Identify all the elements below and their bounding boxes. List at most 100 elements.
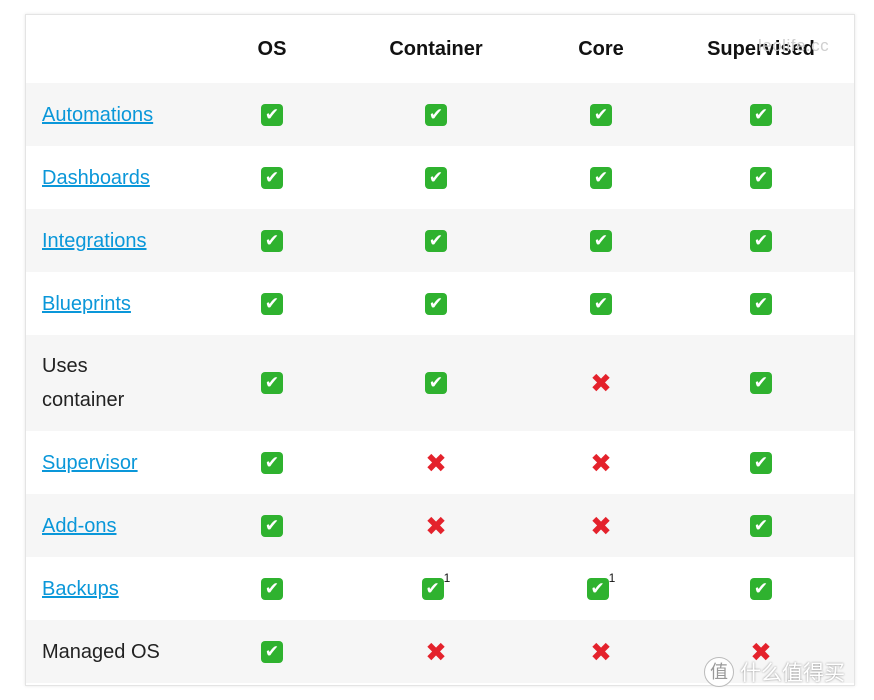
status-cell-core: ✖ bbox=[534, 494, 668, 557]
table-row: Automations ✔ ✔ ✔ ✔ bbox=[26, 83, 854, 146]
check-mark-icon: ✔ bbox=[750, 103, 772, 126]
check-mark-icon: ✔ bbox=[590, 166, 612, 189]
check-mark-icon: ✔ bbox=[261, 451, 283, 474]
status-cell-supervised: ✔ bbox=[668, 272, 854, 335]
table-row: Backups ✔ ✔1 ✔1 ✔ bbox=[26, 557, 854, 620]
feature-link-blueprints[interactable]: Blueprints bbox=[42, 293, 131, 315]
status-cell-os: ✔ bbox=[206, 146, 338, 209]
comparison-panel: OS Container Core Supervised Automations ✔ ✔ ✔… bbox=[25, 14, 855, 686]
table-row: Integrations ✔ ✔ ✔ ✔ bbox=[26, 209, 854, 272]
watermark-brand-text: 什么值得买 bbox=[740, 662, 845, 685]
check-mark-icon: ✔ bbox=[750, 577, 772, 600]
cross-mark-icon: ✖ bbox=[590, 447, 612, 478]
check-mark-icon: ✔ bbox=[425, 166, 447, 189]
status-cell-core: ✖ bbox=[534, 335, 668, 431]
status-cell-supervised: ✔ bbox=[668, 557, 854, 620]
check-mark-icon: ✔ bbox=[425, 103, 447, 126]
feature-label-line: container bbox=[42, 389, 125, 411]
status-cell-container: ✔ bbox=[338, 272, 534, 335]
check-mark-icon: ✔ bbox=[261, 372, 283, 395]
feature-cell: Managed OS bbox=[26, 620, 206, 683]
feature-link-supervisor[interactable]: Supervisor bbox=[42, 452, 138, 474]
header-container: Container bbox=[389, 37, 483, 60]
feature-link-integrations[interactable]: Integrations bbox=[42, 230, 147, 252]
check-mark-icon: ✔ bbox=[750, 514, 772, 537]
feature-link-add-ons[interactable]: Add-ons bbox=[42, 515, 117, 537]
table-row: Dashboards ✔ ✔ ✔ ✔ bbox=[26, 146, 854, 209]
status-cell-container: ✔ bbox=[338, 146, 534, 209]
check-mark-icon: ✔ bbox=[261, 166, 283, 189]
table-row: Add-ons ✔ ✖ ✖ ✔ bbox=[26, 494, 854, 557]
check-mark-icon: ✔ bbox=[750, 166, 772, 189]
status-cell-core: ✖ bbox=[534, 620, 668, 683]
status-cell-supervised: ✔ bbox=[668, 146, 854, 209]
status-cell-container: ✔ bbox=[338, 335, 534, 431]
status-cell-core: ✔1 bbox=[534, 557, 668, 620]
feature-cell: Add-ons bbox=[26, 494, 206, 557]
feature-label: Managed OS bbox=[42, 640, 160, 663]
feature-cell: Blueprints bbox=[26, 272, 206, 335]
feature-cell: Automations bbox=[26, 83, 206, 146]
check-mark-icon: ✔ bbox=[261, 577, 283, 600]
header-os: OS bbox=[257, 37, 287, 60]
watermark-brand: 值 什么值得买 bbox=[704, 657, 845, 687]
status-cell-supervised: ✔ bbox=[668, 335, 854, 431]
cross-mark-icon: ✖ bbox=[425, 510, 447, 541]
status-cell-core: ✔ bbox=[534, 209, 668, 272]
feature-cell: Supervisor bbox=[26, 431, 206, 494]
feature-label-line: Uses bbox=[42, 355, 88, 377]
feature-link-dashboards[interactable]: Dashboards bbox=[42, 167, 150, 189]
status-cell-container: ✔1 bbox=[338, 557, 534, 620]
status-cell-os: ✔ bbox=[206, 83, 338, 146]
status-cell-core: ✔ bbox=[534, 83, 668, 146]
table-header-row: OS Container Core Supervised bbox=[26, 15, 854, 83]
feature-cell: Backups bbox=[26, 557, 206, 620]
status-cell-container: ✔ bbox=[338, 83, 534, 146]
status-cell-supervised: ✔ bbox=[668, 83, 854, 146]
status-cell-container: ✔ bbox=[338, 209, 534, 272]
status-cell-os: ✔ bbox=[206, 557, 338, 620]
status-cell-core: ✔ bbox=[534, 272, 668, 335]
footnote-marker[interactable]: 1 bbox=[609, 571, 616, 585]
feature-cell: Dashboards bbox=[26, 146, 206, 209]
status-cell-container: ✖ bbox=[338, 620, 534, 683]
table-row: Supervisor ✔ ✖ ✖ ✔ bbox=[26, 431, 854, 494]
check-mark-icon: ✔ bbox=[586, 577, 609, 600]
status-cell-core: ✖ bbox=[534, 431, 668, 494]
check-mark-icon: ✔ bbox=[425, 372, 447, 395]
check-mark-icon: ✔ bbox=[421, 577, 444, 600]
check-mark-icon: ✔ bbox=[425, 229, 447, 252]
feature-cell: Uses container bbox=[26, 335, 206, 431]
status-cell-container: ✖ bbox=[338, 494, 534, 557]
status-cell-container: ✖ bbox=[338, 431, 534, 494]
cross-mark-icon: ✖ bbox=[590, 636, 612, 667]
check-mark-icon: ✔ bbox=[750, 372, 772, 395]
cross-mark-icon: ✖ bbox=[425, 636, 447, 667]
check-mark-icon: ✔ bbox=[261, 229, 283, 252]
cross-mark-icon: ✖ bbox=[590, 368, 612, 399]
header-core: Core bbox=[578, 37, 624, 60]
cross-mark-icon: ✖ bbox=[590, 510, 612, 541]
cross-mark-icon: ✖ bbox=[425, 447, 447, 478]
feature-link-backups[interactable]: Backups bbox=[42, 578, 119, 600]
check-mark-icon: ✔ bbox=[750, 229, 772, 252]
status-cell-supervised: ✔ bbox=[668, 209, 854, 272]
feature-link-automations[interactable]: Automations bbox=[42, 104, 153, 126]
check-mark-icon: ✔ bbox=[750, 292, 772, 315]
status-cell-supervised: ✔ bbox=[668, 431, 854, 494]
check-mark-icon: ✔ bbox=[590, 292, 612, 315]
status-cell-os: ✔ bbox=[206, 431, 338, 494]
check-mark-icon: ✔ bbox=[750, 451, 772, 474]
header-feature-column bbox=[26, 15, 206, 83]
status-cell-os: ✔ bbox=[206, 272, 338, 335]
status-cell-os: ✔ bbox=[206, 620, 338, 683]
check-mark-icon: ✔ bbox=[261, 514, 283, 537]
feature-cell: Integrations bbox=[26, 209, 206, 272]
check-mark-icon: ✔ bbox=[261, 292, 283, 315]
table-row: Uses container ✔ ✔ ✖ ✔ bbox=[26, 335, 854, 431]
check-mark-icon: ✔ bbox=[425, 292, 447, 315]
status-cell-os: ✔ bbox=[206, 335, 338, 431]
footnote-marker[interactable]: 1 bbox=[444, 571, 451, 585]
table-row: Blueprints ✔ ✔ ✔ ✔ bbox=[26, 272, 854, 335]
status-cell-os: ✔ bbox=[206, 494, 338, 557]
